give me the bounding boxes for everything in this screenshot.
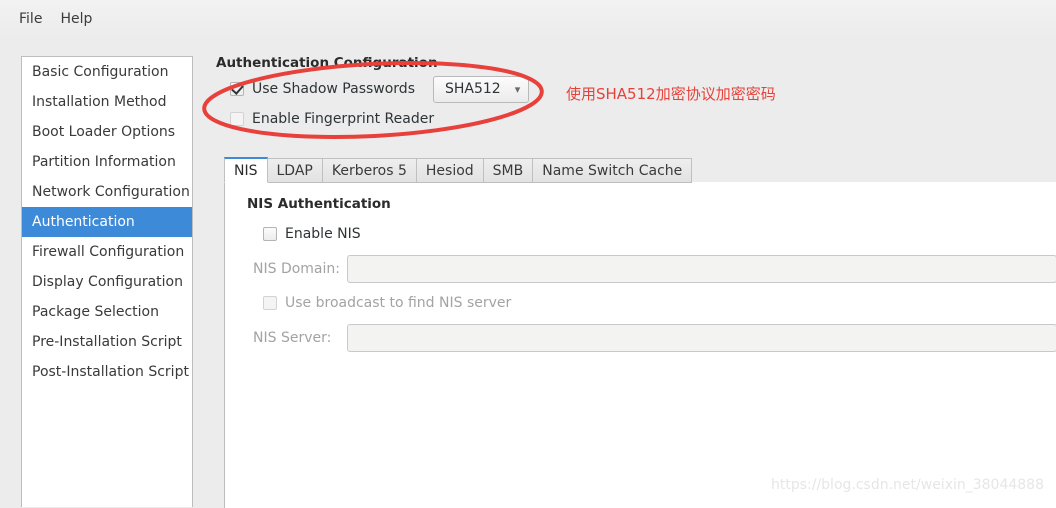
menu-item-help[interactable]: Help xyxy=(51,7,101,31)
enable-fingerprint-reader-checkbox[interactable] xyxy=(230,112,244,126)
use-shadow-passwords-label: Use Shadow Passwords xyxy=(252,81,415,97)
sidebar-item-network-configuration[interactable]: Network Configuration xyxy=(22,177,192,207)
authentication-notebook: NIS LDAP Kerberos 5 Hesiod SMB Name Swit… xyxy=(224,157,1056,508)
tab-bar: NIS LDAP Kerberos 5 Hesiod SMB Name Swit… xyxy=(224,157,1056,183)
tab-name-switch-cache[interactable]: Name Switch Cache xyxy=(533,158,693,183)
enable-fingerprint-reader-row[interactable]: Enable Fingerprint Reader xyxy=(230,107,1056,131)
chevron-down-icon: ▾ xyxy=(514,82,521,96)
tab-hesiod[interactable]: Hesiod xyxy=(416,158,484,183)
use-broadcast-row[interactable]: Use broadcast to find NIS server xyxy=(263,291,1056,315)
nis-server-label: NIS Server: xyxy=(253,330,332,346)
nis-server-input[interactable] xyxy=(347,324,1056,352)
enable-nis-row[interactable]: Enable NIS xyxy=(263,222,1056,246)
nis-domain-row: NIS Domain: xyxy=(247,255,1056,283)
tab-smb[interactable]: SMB xyxy=(483,158,534,183)
sidebar-item-basic-configuration[interactable]: Basic Configuration xyxy=(22,57,192,87)
sidebar-item-display-configuration[interactable]: Display Configuration xyxy=(22,267,192,297)
page-title-nis-authentication: NIS Authentication xyxy=(247,196,391,212)
use-broadcast-label: Use broadcast to find NIS server xyxy=(285,295,512,311)
annotation-note-text: 使用SHA512加密协议加密密码 xyxy=(566,85,776,103)
tab-kerberos-5[interactable]: Kerberos 5 xyxy=(322,158,417,183)
menu-item-file[interactable]: File xyxy=(10,7,51,31)
sidebar-item-firewall-configuration[interactable]: Firewall Configuration xyxy=(22,237,192,267)
sidebar-item-boot-loader-options[interactable]: Boot Loader Options xyxy=(22,117,192,147)
sidebar-item-pre-installation-script[interactable]: Pre-Installation Script xyxy=(22,327,192,357)
nis-domain-input[interactable] xyxy=(347,255,1056,283)
password-algorithm-value: SHA512 xyxy=(444,81,501,97)
nis-server-row: NIS Server: xyxy=(247,324,1056,352)
sidebar-item-installation-method[interactable]: Installation Method xyxy=(22,87,192,117)
password-algorithm-combo[interactable]: SHA512 ▾ xyxy=(432,75,530,103)
tab-page-nis: NIS Authentication Enable NIS NIS Domain… xyxy=(224,182,1056,508)
tab-nis[interactable]: NIS xyxy=(224,157,268,183)
menu-bar: File Help xyxy=(0,0,1056,38)
sidebar-list[interactable]: Basic Configuration Installation Method … xyxy=(21,56,193,507)
section-title-authentication-configuration: Authentication Configuration xyxy=(216,55,438,71)
enable-fingerprint-reader-label: Enable Fingerprint Reader xyxy=(252,111,435,127)
use-shadow-passwords-checkbox[interactable] xyxy=(230,82,244,96)
use-broadcast-checkbox[interactable] xyxy=(263,296,277,310)
sidebar-item-package-selection[interactable]: Package Selection xyxy=(22,297,192,327)
content-pane: Authentication Configuration Use Shadow … xyxy=(214,55,1056,508)
sidebar-item-partition-information[interactable]: Partition Information xyxy=(22,147,192,177)
enable-nis-checkbox[interactable] xyxy=(263,227,277,241)
sidebar-item-authentication[interactable]: Authentication xyxy=(22,207,192,237)
watermark-url: https://blog.csdn.net/weixin_38044888 xyxy=(770,477,1044,493)
nis-domain-label: NIS Domain: xyxy=(253,261,340,277)
tab-ldap[interactable]: LDAP xyxy=(267,158,323,183)
sidebar-item-post-installation-script[interactable]: Post-Installation Script xyxy=(22,357,192,387)
enable-nis-label: Enable NIS xyxy=(285,226,361,242)
